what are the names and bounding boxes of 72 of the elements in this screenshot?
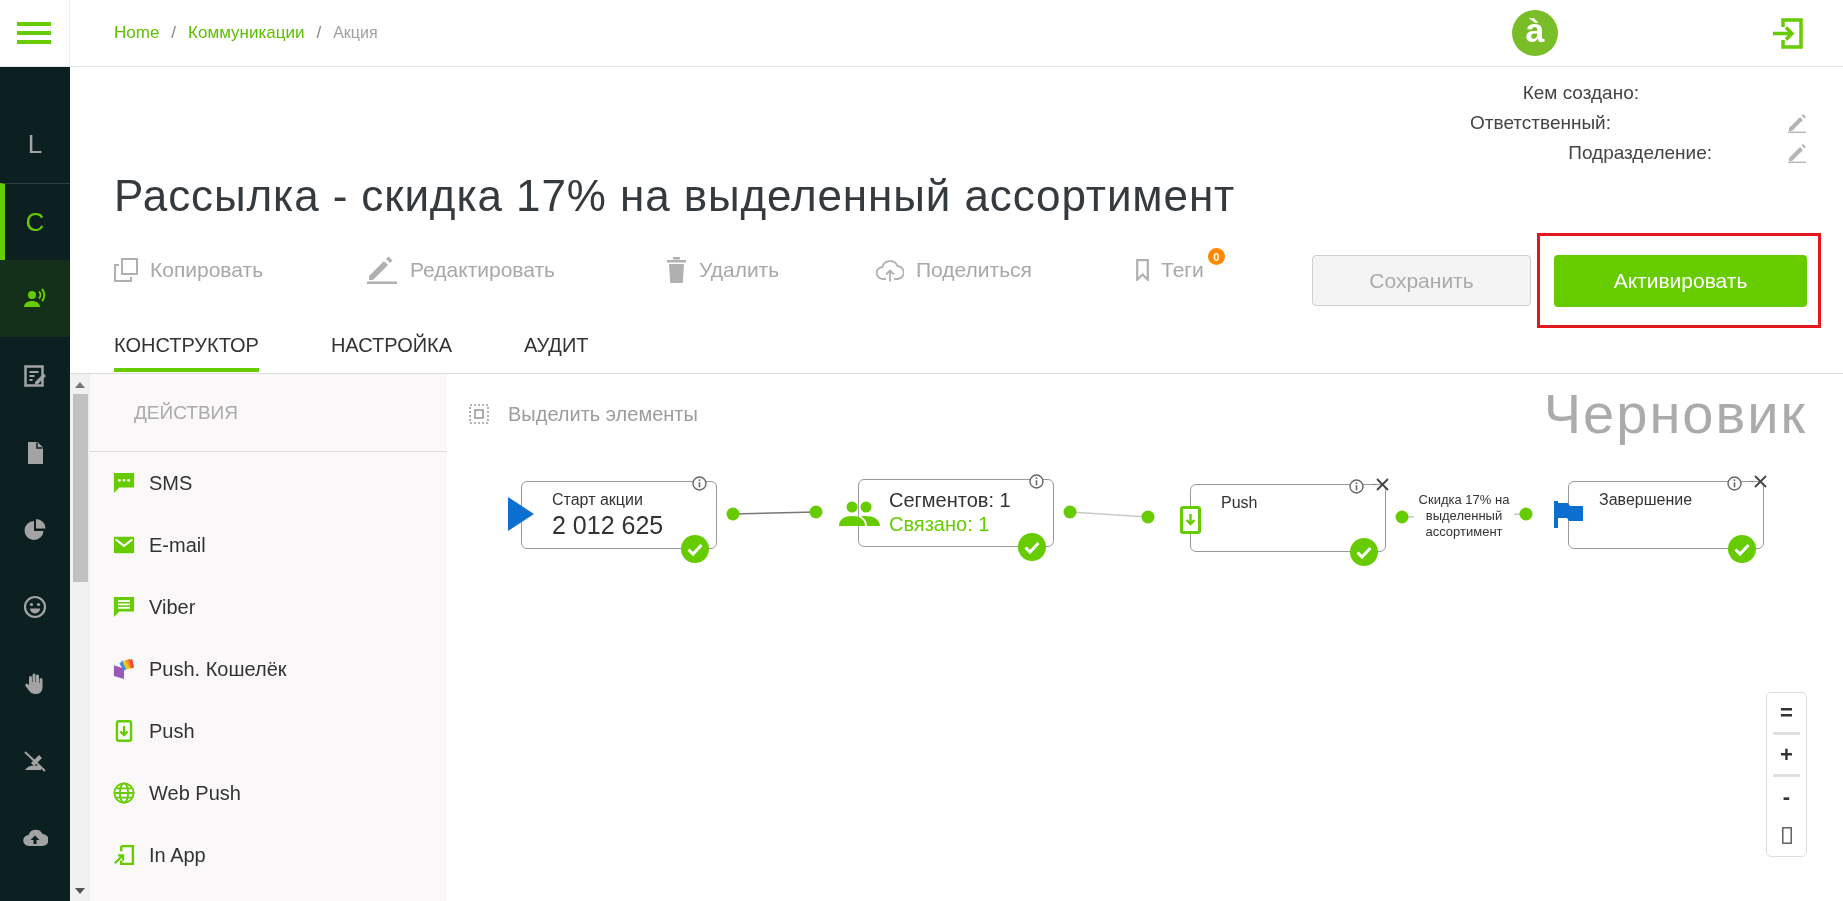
- phone-download-icon: [1180, 506, 1201, 534]
- smiley-icon: [22, 594, 48, 619]
- action-item[interactable]: Web Push: [90, 762, 251, 824]
- globe-icon: [113, 782, 135, 804]
- chat-bubble-icon: [113, 472, 135, 494]
- nav-item[interactable]: [0, 260, 70, 337]
- scrollbar-thumb[interactable]: [72, 394, 88, 582]
- bookmark-icon: [1136, 259, 1149, 281]
- action-item[interactable]: Viber: [90, 576, 206, 638]
- info-icon[interactable]: [1029, 474, 1044, 489]
- zoom-control-button[interactable]: =: [1767, 693, 1806, 732]
- count-badge: 0: [1207, 248, 1225, 265]
- action-item[interactable]: Push: [90, 700, 205, 762]
- info-icon[interactable]: [692, 476, 707, 491]
- flow-node[interactable]: Старт акции 2 012 625: [521, 481, 717, 549]
- people-icon: [839, 501, 880, 526]
- breadcrumb-current: Акция: [333, 24, 378, 42]
- flow-node[interactable]: Push: [1190, 484, 1386, 552]
- zoom-control-button[interactable]: -: [1767, 777, 1806, 816]
- close-icon[interactable]: [1750, 475, 1767, 488]
- breadcrumb-separator: /: [316, 23, 322, 43]
- connector-dot[interactable]: [809, 505, 823, 519]
- selection-icon: [469, 404, 489, 424]
- rectangle-icon[interactable]: [1781, 827, 1792, 844]
- phone-download-icon: [113, 720, 135, 742]
- pencil-icon: [365, 256, 398, 284]
- tab[interactable]: НАСТРОЙКА: [330, 328, 453, 372]
- status-label: Черновик: [1543, 384, 1807, 444]
- info-icon[interactable]: [1727, 476, 1742, 491]
- connector-dot[interactable]: [1141, 510, 1155, 524]
- node-value: 2 012 625: [552, 510, 664, 540]
- close-icon[interactable]: [1372, 478, 1389, 491]
- notepad-icon: [22, 363, 48, 388]
- node-title: Завершение: [1599, 490, 1693, 510]
- connector-dot[interactable]: [726, 507, 740, 521]
- nav-item[interactable]: L: [0, 106, 70, 183]
- action-item[interactable]: E-mail: [90, 514, 216, 576]
- node-subtitle: Связано: 1: [889, 512, 990, 536]
- flag-icon: [1554, 501, 1583, 528]
- connector-dot[interactable]: [1063, 505, 1077, 519]
- connector-dot[interactable]: [1519, 507, 1533, 521]
- field-label: Подразделение:: [1568, 142, 1712, 164]
- field-label: Ответственный:: [1470, 112, 1611, 134]
- pie-chart-icon: [22, 517, 48, 542]
- info-icon[interactable]: [1349, 479, 1364, 494]
- action-item[interactable]: Push. Кошелёк: [90, 638, 297, 700]
- cloud-upload-icon: [876, 258, 904, 282]
- connector-dot[interactable]: [1395, 510, 1409, 524]
- zoom-control-button[interactable]: +: [1767, 735, 1806, 774]
- envelope-icon: [113, 534, 135, 556]
- node-title: Сегментов: 1: [889, 488, 1011, 512]
- field-label: Кем создано:: [1522, 82, 1639, 104]
- flow-node[interactable]: Завершение: [1568, 481, 1764, 549]
- message-icon: [113, 596, 135, 618]
- page-title: Рассылка - скидка 17% на выделенный ассортимент: [114, 172, 1236, 220]
- scroll-up-icon[interactable]: [75, 382, 85, 388]
- action-item[interactable]: In App: [90, 824, 216, 886]
- flow-node[interactable]: Сегментов: 1 Связано: 1: [858, 479, 1054, 547]
- breadcrumb-separator: /: [171, 23, 177, 43]
- copy-icon: [114, 258, 138, 282]
- node-title: Push: [1221, 493, 1258, 513]
- connector-label: Скидка 17% на выделенный ассортимент: [1417, 491, 1511, 540]
- wallet-icon: [113, 658, 135, 680]
- crossed-pen-icon: [22, 748, 48, 773]
- trash-icon: [666, 257, 687, 283]
- tab[interactable]: АУДИТ: [524, 328, 589, 372]
- scroll-down-icon[interactable]: [75, 888, 85, 894]
- logo: à: [1512, 10, 1558, 56]
- action-item[interactable]: SMS: [90, 452, 203, 514]
- play-icon: [508, 497, 534, 531]
- phone-enter-icon: [113, 844, 135, 866]
- node-title: Старт акции: [552, 490, 643, 510]
